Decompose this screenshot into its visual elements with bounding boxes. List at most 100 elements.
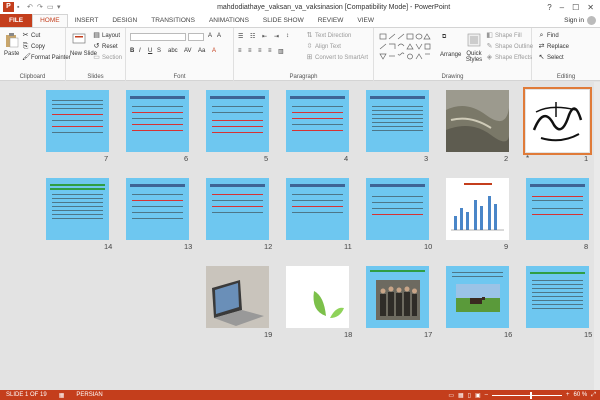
increase-indent-button[interactable]: ⇥ bbox=[274, 33, 279, 40]
quick-styles-icon[interactable] bbox=[466, 32, 482, 48]
tab-review[interactable]: REVIEW bbox=[311, 14, 351, 27]
shape-fill-label: Shape Fill bbox=[495, 32, 522, 39]
font-color-button[interactable]: A bbox=[212, 48, 216, 54]
vertical-scrollbar[interactable] bbox=[594, 82, 600, 390]
italic-button[interactable]: I bbox=[139, 48, 141, 54]
shape-effects-button[interactable]: ◈ Shape Effects bbox=[486, 54, 532, 61]
copy-button[interactable]: ⎘ Copy bbox=[22, 43, 45, 50]
select-button[interactable]: ↖ Select bbox=[538, 54, 564, 61]
zoom-slider[interactable] bbox=[491, 391, 562, 399]
change-case-button[interactable]: Aa bbox=[198, 48, 205, 54]
shape-outline-button[interactable]: ✎ Shape Outline bbox=[486, 43, 533, 50]
quick-styles-button[interactable]: Quick Styles bbox=[462, 51, 486, 63]
slide-thumbnail-16[interactable] bbox=[446, 266, 509, 328]
maximize-button[interactable]: ☐ bbox=[572, 3, 579, 12]
align-center-button[interactable]: ≡ bbox=[248, 48, 252, 54]
zoom-level[interactable]: 60 % bbox=[574, 392, 588, 398]
slide-thumbnail-11[interactable] bbox=[286, 178, 349, 240]
reset-button[interactable]: ↺ Reset bbox=[93, 43, 118, 50]
tab-insert[interactable]: INSERT bbox=[68, 14, 106, 27]
line-spacing-button[interactable]: ↕ bbox=[286, 33, 289, 39]
spacing-button[interactable]: AV bbox=[184, 48, 192, 54]
undo-icon[interactable]: ↶ bbox=[27, 4, 34, 11]
arrange-button[interactable]: ⧉ bbox=[442, 34, 446, 41]
avatar[interactable] bbox=[587, 16, 596, 25]
slide-thumbnail-5[interactable] bbox=[206, 90, 269, 152]
bold-button[interactable]: B bbox=[130, 48, 134, 54]
cut-button[interactable]: ✂ Cut bbox=[22, 32, 41, 39]
grow-font-button[interactable]: A bbox=[208, 33, 212, 39]
slide-thumbnail-15[interactable] bbox=[526, 266, 589, 328]
font-size-select[interactable] bbox=[188, 33, 204, 41]
shadow-button[interactable]: S bbox=[157, 48, 161, 54]
slide-thumbnail-12[interactable] bbox=[206, 178, 269, 240]
section-button[interactable]: ▭ Section bbox=[93, 54, 122, 61]
slide-thumbnail-9[interactable] bbox=[446, 178, 509, 240]
align-left-button[interactable]: ≡ bbox=[238, 48, 242, 54]
numbering-button[interactable]: ☷ bbox=[250, 33, 255, 40]
reading-view-icon[interactable]: ▯ bbox=[468, 392, 471, 399]
text-direction-button[interactable]: ⇅ Text Direction bbox=[306, 32, 352, 39]
new-slide-icon[interactable] bbox=[72, 32, 86, 48]
customize-toolbar-icon[interactable]: ▾ bbox=[57, 4, 64, 11]
help-button[interactable]: ? bbox=[547, 3, 551, 12]
save-icon[interactable]: ▪ bbox=[17, 4, 24, 11]
arrange-label[interactable]: Arrange bbox=[440, 52, 461, 58]
slide-thumbnail-10[interactable] bbox=[366, 178, 429, 240]
slide-thumbnail-8[interactable] bbox=[526, 178, 589, 240]
tab-design[interactable]: DESIGN bbox=[105, 14, 144, 27]
zoom-slider-thumb[interactable] bbox=[529, 391, 532, 399]
align-right-button[interactable]: ≡ bbox=[258, 48, 262, 54]
tab-view[interactable]: VIEW bbox=[350, 14, 381, 27]
underline-button[interactable]: U bbox=[148, 48, 152, 54]
slide-thumbnail-6[interactable] bbox=[126, 90, 189, 152]
format-painter-button[interactable]: 🖌 Format Painter bbox=[22, 54, 71, 61]
replace-button[interactable]: ⇄ Replace bbox=[538, 43, 569, 50]
slide-thumbnail-2[interactable] bbox=[446, 90, 509, 152]
slide-number: 5 bbox=[264, 154, 269, 163]
columns-button[interactable]: ▥ bbox=[278, 48, 284, 55]
strikethrough-button[interactable]: abc bbox=[168, 48, 178, 54]
slide-thumbnail-14[interactable] bbox=[46, 178, 109, 240]
slide-thumbnail-19[interactable] bbox=[206, 266, 269, 328]
convert-smartart-button[interactable]: ⊞ Convert to SmartArt bbox=[306, 54, 368, 61]
sign-in-label[interactable]: Sign in bbox=[564, 17, 584, 24]
tab-file[interactable]: FILE bbox=[0, 14, 33, 27]
font-name-select[interactable] bbox=[130, 33, 186, 41]
slide-thumbnail-13[interactable] bbox=[126, 178, 189, 240]
close-button[interactable]: ✕ bbox=[587, 3, 594, 12]
slide-thumbnail-4[interactable] bbox=[286, 90, 349, 152]
shrink-font-icon: A bbox=[217, 33, 222, 39]
redo-icon[interactable]: ↷ bbox=[37, 4, 44, 11]
sign-in[interactable]: Sign in bbox=[564, 16, 600, 25]
slideshow-start-icon[interactable]: ▭ bbox=[47, 4, 54, 11]
shapes-gallery[interactable] bbox=[378, 32, 434, 62]
tab-transitions[interactable]: TRANSITIONS bbox=[144, 14, 202, 27]
align-text-button[interactable]: ⇳ Align Text bbox=[306, 43, 341, 50]
zoom-in-button[interactable]: + bbox=[566, 392, 570, 398]
find-button[interactable]: ⌕ Find bbox=[538, 32, 559, 39]
fit-to-window-icon[interactable]: ⤢ bbox=[591, 392, 596, 399]
paste-icon[interactable] bbox=[5, 32, 19, 48]
slide-thumbnail-18[interactable] bbox=[286, 266, 349, 328]
shrink-font-button[interactable]: A bbox=[217, 33, 221, 39]
slide-thumbnail-17[interactable] bbox=[366, 266, 429, 328]
minimize-button[interactable]: – bbox=[560, 3, 564, 12]
bullets-button[interactable]: ☰ bbox=[238, 33, 243, 40]
language-status[interactable]: PERSIAN bbox=[70, 392, 108, 398]
tab-slide-show[interactable]: SLIDE SHOW bbox=[256, 14, 311, 27]
slide-thumbnail-1[interactable] bbox=[523, 87, 592, 155]
slide-sorter-view-icon[interactable]: ▦ bbox=[458, 392, 464, 399]
layout-button[interactable]: ▤ Layout bbox=[93, 32, 120, 39]
tab-home[interactable]: HOME bbox=[32, 14, 68, 27]
slide-thumbnail-3[interactable] bbox=[366, 90, 429, 152]
paste-button[interactable]: Paste bbox=[4, 51, 19, 57]
slideshow-view-icon[interactable]: ▣ bbox=[475, 392, 481, 399]
justify-button[interactable]: ≡ bbox=[268, 48, 272, 54]
zoom-out-button[interactable]: – bbox=[485, 392, 488, 398]
decrease-indent-button[interactable]: ⇤ bbox=[262, 33, 267, 40]
shape-fill-button[interactable]: ◧ Shape Fill bbox=[486, 32, 522, 39]
slide-thumbnail-7[interactable] bbox=[46, 90, 109, 152]
tab-animations[interactable]: ANIMATIONS bbox=[202, 14, 256, 27]
normal-view-icon[interactable]: ▭ bbox=[448, 392, 454, 399]
